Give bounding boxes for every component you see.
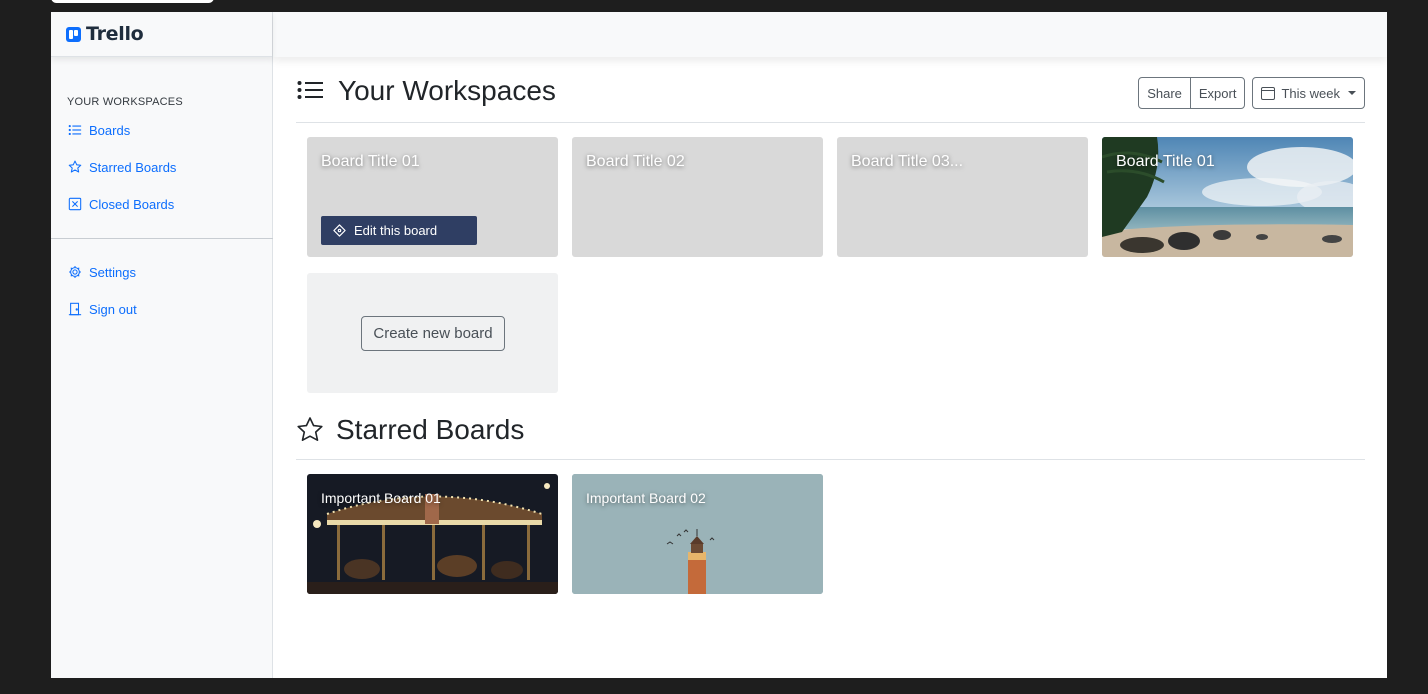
section-divider [296,122,1365,123]
star-icon [296,416,324,444]
brand[interactable]: Trello [51,12,272,57]
board-card[interactable]: Board Title 01 [1102,137,1353,257]
workspace-toolbar: Share Export This week [1138,77,1365,109]
date-range-dropdown[interactable]: This week [1252,77,1365,109]
sidebar-item-label: Closed Boards [89,196,175,212]
share-export-group: Share Export [1138,77,1246,109]
board-title: Important Board 02 [586,490,706,506]
edit-board-label: Edit this board [354,223,438,238]
create-board-button[interactable]: Create new board [361,316,505,351]
tag-icon [333,224,346,237]
board-title: Board Title 01 [1116,153,1215,170]
sidebar-heading: YOUR WORKSPACES [67,96,183,108]
calendar-icon [1261,86,1276,100]
window-tab-pill [51,0,214,3]
x-square-icon [67,196,83,212]
board-title: Important Board 01 [321,490,441,506]
share-button[interactable]: Share [1139,78,1190,108]
sidebar-item-starred[interactable]: Starred Boards [67,157,176,177]
list-icon [296,77,324,105]
door-icon [67,301,83,317]
gear-icon [67,264,83,280]
section-divider [296,459,1365,460]
board-title: Board Title 01 [321,153,420,170]
board-title: Board Title 03... [851,153,964,170]
sidebar-nav: Boards Starred Boards Closed Boards [67,120,176,231]
sidebar-item-boards[interactable]: Boards [67,120,176,140]
sidebar-item-label: Boards [89,122,131,138]
starred-board-card[interactable]: Important Board 02 [572,474,823,594]
sidebar-item-signout[interactable]: Sign out [67,299,137,319]
sidebar-item-label: Sign out [89,301,137,317]
starred-header: Starred Boards [296,410,1365,450]
board-title: Board Title 02 [586,153,685,170]
caret-down-icon [1348,91,1356,95]
app-window: Trello YOUR WORKSPACES Boards Starred Bo… [51,12,1387,678]
section-title: Starred Boards [336,414,525,445]
board-card[interactable]: Board Title 03... [837,137,1088,257]
board-card[interactable]: Board Title 02 [572,137,823,257]
export-button[interactable]: Export [1189,78,1245,108]
page-title: Your Workspaces [338,75,556,106]
sidebar-item-label: Settings [89,264,136,280]
sidebar-item-closed[interactable]: Closed Boards [67,194,176,214]
sidebar-divider [51,238,273,239]
sidebar-item-label: Starred Boards [89,159,177,175]
sidebar-bottom-nav: Settings Sign out [67,262,137,336]
sidebar-item-settings[interactable]: Settings [67,262,137,282]
list-icon [67,122,83,138]
star-icon [67,159,83,175]
trello-logo-icon [66,26,81,42]
brand-name: Trello [86,23,144,45]
starred-board-card[interactable]: Important Board 01 [307,474,558,594]
date-range-label: This week [1281,85,1340,101]
sidebar: Trello YOUR WORKSPACES Boards Starred Bo… [51,12,273,678]
board-card[interactable]: Board Title 01 Edit this board [307,137,558,257]
create-board-card: Create new board [307,273,558,393]
top-bar [273,12,1387,57]
edit-board-button[interactable]: Edit this board [321,216,477,245]
